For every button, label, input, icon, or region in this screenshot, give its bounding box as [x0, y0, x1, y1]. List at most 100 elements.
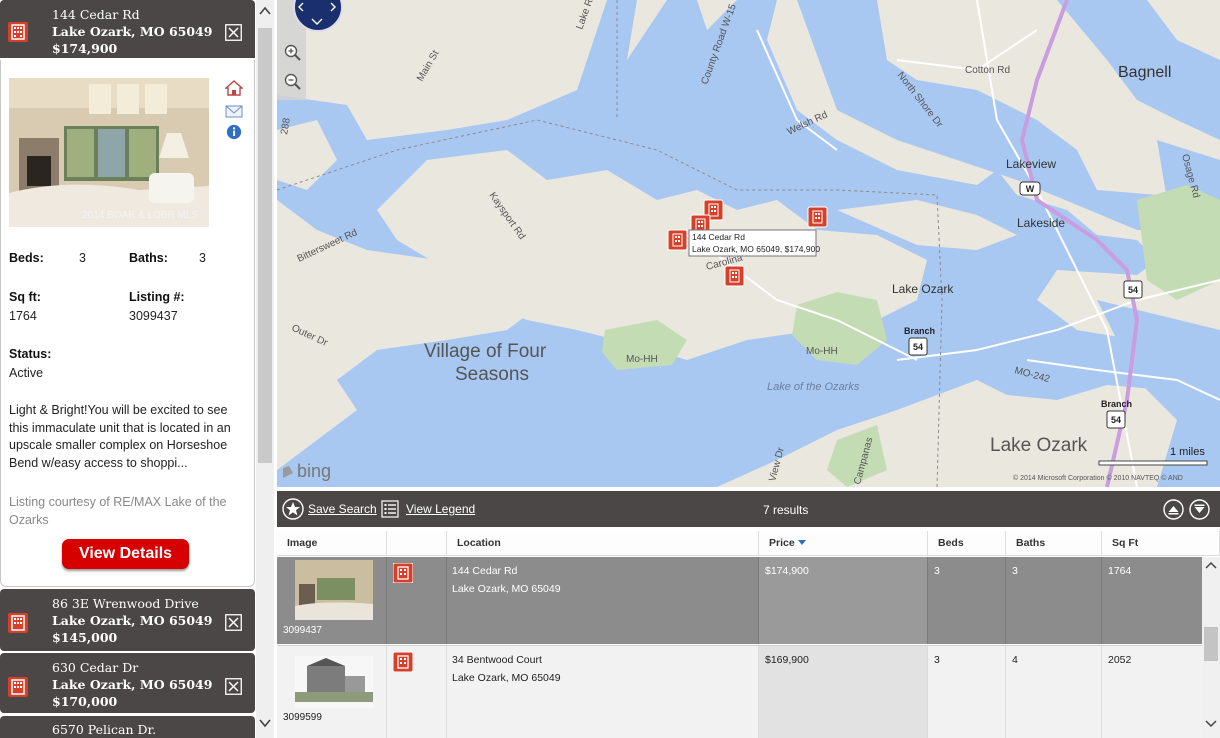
beds-label: Beds:: [9, 251, 44, 265]
listing-card-header[interactable]: 86 3E Wrenwood Drive Lake Ozark, MO 6504…: [0, 589, 255, 651]
listing-description: Light & Bright!You will be excited to se…: [9, 403, 231, 470]
property-marker[interactable]: [807, 206, 828, 228]
baths-value: 3: [199, 251, 206, 265]
scrollbar-thumb[interactable]: [258, 28, 272, 463]
listing-street: 630 Cedar Dr: [52, 660, 139, 675]
row-street: 144 Cedar Rd: [452, 565, 518, 577]
pan-down-icon[interactable]: [310, 18, 324, 26]
column-header-baths[interactable]: Baths: [1006, 531, 1102, 556]
table-row[interactable]: 3099599 34 Bentwood Court Lake Ozark, MO…: [277, 645, 1202, 738]
sidebar-scrollbar[interactable]: [256, 0, 274, 738]
map-label: Lake Ozark: [990, 435, 1088, 456]
sqft-label: Sq ft:: [9, 290, 41, 304]
bing-logo: bing: [297, 461, 331, 481]
column-header-location[interactable]: Location: [447, 531, 759, 556]
column-header-sqft[interactable]: Sq Ft: [1102, 531, 1220, 556]
building-icon: [393, 652, 413, 672]
legend-icon[interactable]: [381, 500, 399, 518]
listing-card-header[interactable]: 630 Cedar Dr Lake Ozark, MO 65049 $170,0…: [0, 653, 255, 713]
building-icon: [8, 613, 28, 633]
map-scale-label: 1 miles: [1170, 446, 1205, 458]
status-label: Status:: [9, 347, 52, 361]
save-search-link[interactable]: Save Search: [308, 502, 377, 516]
listing-street: 86 3E Wrenwood Drive: [52, 596, 199, 611]
route-shield: 54: [1128, 285, 1138, 295]
sqft-value: 1764: [9, 309, 37, 323]
column-header-beds[interactable]: Beds: [928, 531, 1006, 556]
map-label: Lake Ozark: [892, 282, 954, 296]
row-price: $174,900: [765, 565, 809, 577]
route-shield: W: [1026, 184, 1035, 194]
scroll-up-icon[interactable]: [1205, 561, 1217, 570]
zoom-out-icon[interactable]: [284, 73, 301, 90]
route-shield: 54: [1111, 415, 1121, 425]
scroll-up-icon[interactable]: [259, 6, 271, 16]
column-header-type[interactable]: [387, 531, 447, 556]
results-grid: Image Location Price Beds Baths Sq Ft 30…: [277, 531, 1220, 738]
collapse-up-icon[interactable]: [1163, 499, 1184, 520]
results-count: 7 results: [763, 503, 809, 517]
zoom-in-icon[interactable]: [284, 44, 301, 61]
listing-sidebar: 144 Cedar Rd Lake Ozark, MO 65049 $174,9…: [0, 0, 256, 738]
map-label: Bagnell: [1118, 64, 1171, 81]
row-thumbnail: 3099599: [277, 646, 387, 738]
sort-desc-icon: [797, 540, 806, 545]
listing-city: Lake Ozark, MO 65049: [52, 613, 213, 628]
status-value: Active: [9, 366, 44, 380]
map-label: Branch: [904, 326, 935, 336]
listing-detail-panel: 2014 BOAR & LOBR MLS Beds: 3 Baths: 3 Sq…: [0, 60, 255, 587]
listing-photo[interactable]: 2014 BOAR & LOBR MLS: [9, 78, 209, 227]
map-label: Branch: [1101, 399, 1132, 409]
row-street: 34 Bentwood Court: [452, 654, 542, 666]
map-label: Lakeview: [1006, 157, 1056, 171]
scrollbar-thumb[interactable]: [1204, 627, 1218, 661]
scroll-down-icon[interactable]: [259, 718, 271, 728]
table-row[interactable]: 3099437 144 Cedar Rd Lake Ozark, MO 6504…: [277, 557, 1202, 644]
map-label: Lakeside: [1017, 216, 1065, 230]
row-thumbnail: 3099437: [277, 557, 387, 644]
row-city: Lake Ozark, MO 65049: [452, 583, 561, 595]
listing-street: 144 Cedar Rd: [52, 7, 140, 22]
view-legend-link[interactable]: View Legend: [406, 502, 475, 516]
close-icon[interactable]: [225, 24, 242, 41]
email-icon[interactable]: [225, 103, 243, 119]
column-header-price-label: Price: [769, 537, 795, 549]
building-icon: [8, 677, 28, 697]
building-icon: [393, 563, 413, 583]
building-icon: [8, 22, 28, 42]
row-beds: 3: [934, 654, 940, 666]
map-view[interactable]: Village of Four Seasons Lake Ozark Lake …: [277, 0, 1220, 487]
listing-city: Lake Ozark, MO 65049: [52, 677, 213, 692]
map-label: Village of Four: [424, 341, 547, 362]
listing-card-header[interactable]: 144 Cedar Rd Lake Ozark, MO 65049 $174,9…: [0, 0, 255, 58]
listing-number-label: Listing #:: [129, 290, 185, 304]
row-city: Lake Ozark, MO 65049: [452, 672, 561, 684]
star-icon[interactable]: [282, 498, 304, 520]
property-marker[interactable]: [667, 229, 688, 251]
marker-tooltip: 144 Cedar Rd Lake Ozark, MO 65049, $174,…: [688, 229, 820, 257]
column-header-image[interactable]: Image: [277, 531, 387, 556]
grid-scrollbar[interactable]: [1202, 557, 1220, 738]
beds-value: 3: [79, 251, 86, 265]
map-label: Mo-HH: [806, 346, 838, 357]
scroll-down-icon[interactable]: [1205, 719, 1217, 728]
property-marker[interactable]: [724, 265, 745, 287]
info-icon[interactable]: [225, 124, 243, 140]
column-header-price[interactable]: Price: [759, 531, 928, 556]
listing-price: $174,900: [52, 41, 118, 56]
pan-right-icon[interactable]: [329, 2, 337, 12]
listing-courtesy: Listing courtesy of RE/MAX Lake of the O…: [9, 495, 227, 527]
pan-left-icon[interactable]: [297, 2, 305, 12]
photo-watermark: 2014 BOAR & LOBR MLS: [82, 210, 198, 221]
close-icon[interactable]: [225, 678, 242, 695]
home-icon[interactable]: [225, 80, 243, 96]
view-details-button[interactable]: View Details: [62, 539, 189, 569]
row-baths: 4: [1012, 654, 1018, 666]
close-icon[interactable]: [225, 614, 242, 631]
listing-card-header[interactable]: 6570 Pelican Dr.: [0, 716, 255, 738]
map-copyright: © 2014 Microsoft Corporation © 2010 NAVT…: [1013, 474, 1183, 482]
row-price: $169,900: [765, 654, 809, 666]
row-beds: 3: [934, 565, 940, 577]
results-toolbar: Save Search View Legend 7 results: [277, 491, 1220, 527]
expand-down-icon[interactable]: [1189, 499, 1210, 520]
